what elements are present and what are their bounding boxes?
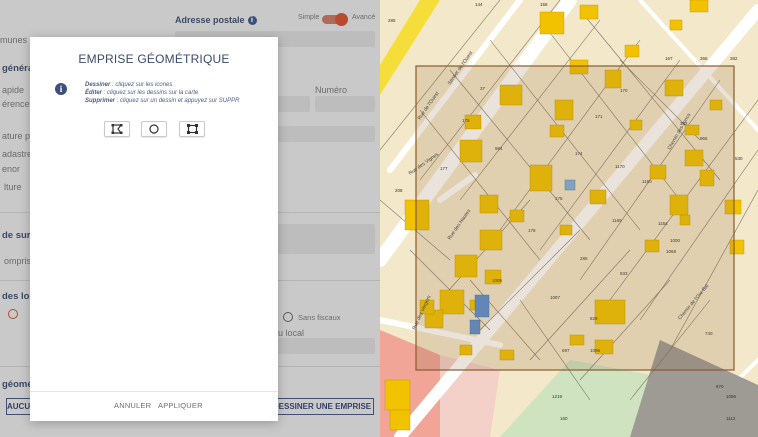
- nature-select[interactable]: [278, 126, 375, 142]
- parcel-number: 285: [388, 18, 396, 23]
- info-icon: i: [247, 16, 257, 25]
- surface-input[interactable]: [278, 224, 375, 254]
- reference-label: érence: [2, 99, 30, 109]
- cadastral-label: adastre: [2, 149, 33, 159]
- compris-label: ompris: [4, 256, 32, 266]
- building: [669, 19, 683, 31]
- polygon-icon: [111, 124, 123, 134]
- communes-label: munes: [0, 35, 28, 45]
- info-icon: i: [55, 83, 67, 95]
- nature-label: ature p: [2, 131, 31, 141]
- modal-title: EMPRISE GÉOMÉTRIQUE: [78, 52, 230, 66]
- culture-label: lture: [4, 182, 22, 192]
- parcel-number: 160: [560, 416, 568, 421]
- draw-circle-button[interactable]: [141, 121, 167, 137]
- section-surface-heading: de surf: [2, 230, 34, 241]
- apply-button[interactable]: APPLIQUER: [158, 401, 203, 410]
- local-label: u local: [278, 328, 305, 338]
- emprise-modal: EMPRISE GÉOMÉTRIQUE i Dessiner : cliquez…: [30, 37, 278, 421]
- parcel-number: 144: [475, 2, 483, 7]
- numero-input[interactable]: [315, 96, 375, 112]
- parcel-number: 870: [716, 384, 724, 389]
- parcel-number: 365: [700, 56, 708, 61]
- parcel-number: 208: [395, 188, 403, 193]
- building: [689, 0, 709, 13]
- circle-icon: [149, 124, 159, 134]
- building: [624, 44, 640, 58]
- parcel-number: 382: [730, 56, 738, 61]
- instruction-draw: Dessiner : cliquez sur les icones: [85, 82, 173, 88]
- instruction-edit: Éditer : cliquez sur les dessins sur la …: [85, 90, 199, 96]
- numero-select[interactable]: [278, 96, 310, 112]
- modal-footer-divider: [30, 391, 278, 392]
- mode-advanced-label: Avancé: [352, 14, 376, 21]
- draw-rectangle-button[interactable]: [179, 121, 205, 137]
- parcel-number: 1112: [726, 416, 736, 421]
- parcel-number: 158: [540, 2, 548, 7]
- rectangle-icon: [186, 124, 198, 134]
- building: [389, 409, 411, 431]
- parcel-number: 530: [735, 156, 743, 161]
- postal-address-label: Adresse postale i: [175, 15, 257, 25]
- cadastral-map[interactable]: 2851441581673653823717017617136296617717…: [380, 0, 758, 437]
- parcel-number: 167: [665, 56, 673, 61]
- cancel-button[interactable]: ANNULER: [114, 401, 151, 410]
- radio-option[interactable]: [8, 309, 18, 319]
- tenor-label: enor: [2, 164, 21, 174]
- numero-label: Numéro: [315, 85, 348, 95]
- building: [539, 11, 565, 35]
- local-select[interactable]: [278, 338, 375, 354]
- mode-toggle[interactable]: [322, 13, 348, 26]
- parcel-number: 1219: [552, 394, 563, 399]
- map-canvas[interactable]: 2851441581673653823717017617136296617717…: [380, 0, 758, 437]
- instruction-delete: Supprimer : cliquez sur un dessin et app…: [85, 98, 240, 104]
- building: [384, 379, 411, 411]
- draw-polygon-button[interactable]: [104, 121, 130, 137]
- section-geom-heading: géomé: [2, 379, 33, 390]
- parcel-number: 1086: [726, 394, 737, 399]
- draw-emprise-button[interactable]: DESSINER UNE EMPRISE: [270, 398, 374, 415]
- sans-fiscaux-radio[interactable]: [283, 312, 293, 322]
- mode-simple-label: Simple: [298, 14, 320, 21]
- sans-fiscaux-label: Sans fiscaux: [298, 313, 341, 322]
- rapid-label: apide: [2, 85, 25, 95]
- building: [579, 4, 599, 20]
